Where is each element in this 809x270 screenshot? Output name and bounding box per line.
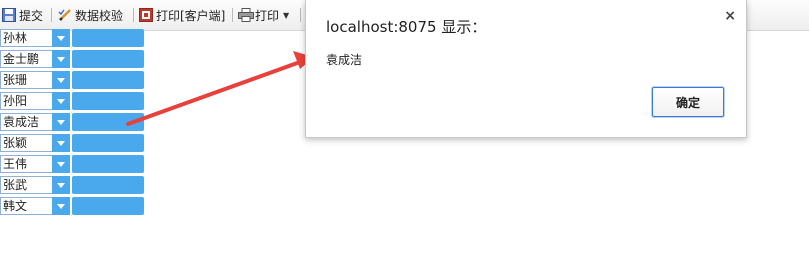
printer-icon	[238, 8, 254, 22]
dropdown-arrow-button[interactable]	[52, 197, 70, 215]
dropdown-arrow-button[interactable]	[52, 29, 70, 47]
print-label: 打印	[255, 8, 280, 23]
name-combo-input[interactable]: 张武	[0, 176, 54, 194]
name-combo-input[interactable]: 王伟	[0, 155, 54, 173]
ok-button[interactable]: 确定	[652, 87, 724, 117]
print-client-label: 打印[客户端]	[156, 8, 226, 23]
data-validate-button[interactable]: 数据校验	[58, 6, 123, 24]
data-validate-label: 数据校验	[75, 8, 124, 23]
print-client-icon	[139, 8, 153, 22]
toolbar-separator	[133, 8, 134, 22]
blue-field[interactable]	[72, 134, 144, 152]
submit-button[interactable]: 提交	[2, 6, 43, 24]
blue-field[interactable]	[72, 113, 144, 131]
dialog-title: localhost:8075 显示：	[326, 18, 487, 36]
name-combo-input[interactable]: 孙林	[0, 29, 54, 47]
blue-field[interactable]	[72, 176, 144, 194]
blue-field[interactable]	[72, 29, 144, 47]
dropdown-arrow-button[interactable]	[52, 92, 70, 110]
dialog-message: 袁成洁	[326, 53, 363, 67]
name-combo-input[interactable]: 张珊	[0, 71, 54, 89]
blue-field[interactable]	[72, 50, 144, 68]
name-combo-input[interactable]: 袁成洁	[0, 113, 54, 131]
dropdown-arrow-button[interactable]	[52, 71, 70, 89]
print-dropdown-button[interactable]: 打印 ▼	[238, 6, 289, 24]
pencil-check-icon	[58, 8, 72, 22]
blue-field[interactable]	[72, 71, 144, 89]
dropdown-arrow-button[interactable]	[52, 113, 70, 131]
name-combo-input[interactable]: 金士鹏	[0, 50, 54, 68]
name-combo-input[interactable]: 孙阳	[0, 92, 54, 110]
dropdown-arrow-button[interactable]	[52, 134, 70, 152]
blue-field[interactable]	[72, 197, 144, 215]
dropdown-arrow-button[interactable]	[52, 176, 70, 194]
alert-dialog: localhost:8075 显示： × 袁成洁 确定	[305, 0, 747, 138]
toolbar-separator	[51, 8, 52, 22]
chevron-down-icon: ▼	[283, 10, 290, 20]
dropdown-arrow-button[interactable]	[52, 155, 70, 173]
submit-label: 提交	[19, 8, 44, 23]
name-combo-input[interactable]: 韩文	[0, 197, 54, 215]
blue-field[interactable]	[72, 92, 144, 110]
toolbar-separator	[300, 8, 301, 22]
close-icon[interactable]: ×	[724, 8, 736, 24]
blue-field[interactable]	[72, 155, 144, 173]
name-combo-input[interactable]: 张颖	[0, 134, 54, 152]
dropdown-arrow-button[interactable]	[52, 50, 70, 68]
print-client-button[interactable]: 打印[客户端]	[139, 6, 225, 24]
toolbar-separator	[232, 8, 233, 22]
save-icon	[2, 8, 16, 22]
